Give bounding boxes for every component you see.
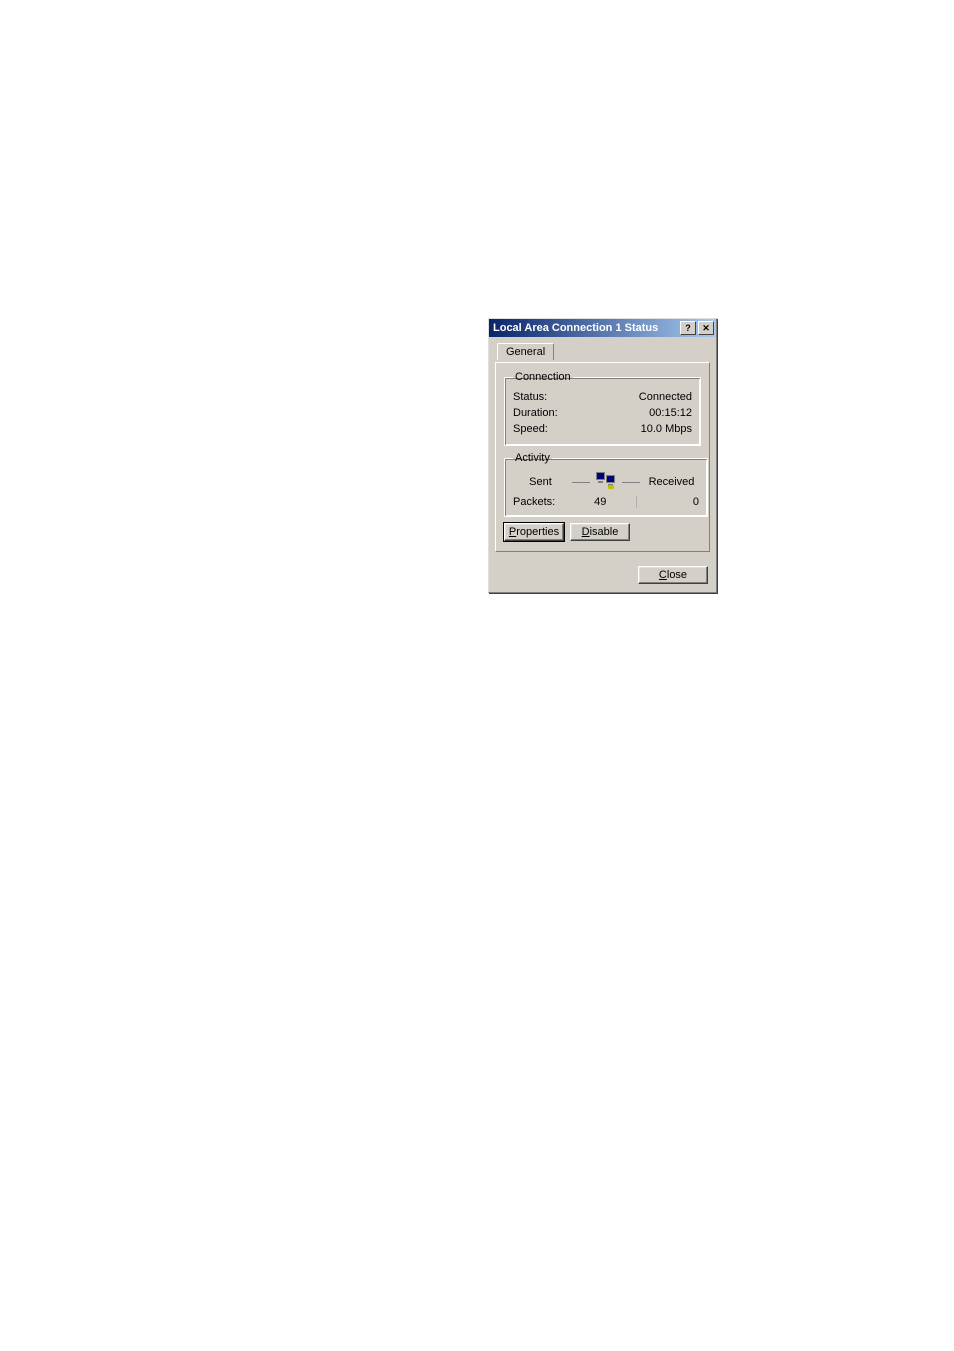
speed-value: 10.0 Mbps: [641, 421, 692, 437]
received-label: Received: [644, 476, 699, 488]
client-area: General Connection Status: Connected Dur…: [489, 337, 716, 560]
sent-label: Sent: [513, 476, 568, 488]
activity-values: Packets: 49 0: [513, 496, 699, 508]
activity-header: Sent Received: [513, 472, 699, 492]
activity-line-right: [622, 482, 640, 483]
packets-sent-value: 49: [573, 496, 637, 508]
window-title: Local Area Connection 1 Status: [491, 322, 678, 334]
tab-general[interactable]: General: [497, 343, 554, 360]
status-value: Connected: [639, 389, 692, 405]
activity-legend: Activity: [513, 452, 552, 464]
disable-button[interactable]: Disable: [570, 523, 630, 541]
activity-group: Activity Sent Received Packets:: [504, 452, 708, 517]
network-computers-icon: [594, 472, 618, 492]
packets-received-value: 0: [637, 496, 700, 508]
help-button[interactable]: ?: [680, 321, 696, 335]
help-icon: ?: [685, 323, 691, 333]
properties-button[interactable]: Properties: [504, 523, 564, 541]
close-icon: ✕: [702, 323, 710, 334]
tab-strip: General: [495, 343, 710, 363]
tab-panel-general: Connection Status: Connected Duration: 0…: [495, 362, 710, 552]
duration-label: Duration:: [513, 405, 558, 421]
connection-group: Connection Status: Connected Duration: 0…: [504, 371, 701, 446]
titlebar[interactable]: Local Area Connection 1 Status ? ✕: [489, 319, 716, 337]
close-button[interactable]: Close: [638, 566, 708, 584]
activity-line-left: [572, 482, 590, 483]
action-buttons: Properties Disable: [504, 523, 701, 541]
packets-label: Packets:: [513, 496, 573, 508]
bottom-bar: Close: [489, 560, 716, 592]
properties-button-rest: roperties: [516, 526, 559, 538]
close-x-button[interactable]: ✕: [698, 321, 714, 335]
connection-legend: Connection: [513, 371, 573, 383]
status-label: Status:: [513, 389, 547, 405]
speed-label: Speed:: [513, 421, 548, 437]
connection-status-dialog: Local Area Connection 1 Status ? ✕ Gener…: [488, 318, 717, 593]
duration-value: 00:15:12: [649, 405, 692, 421]
disable-button-rest: isable: [590, 526, 619, 538]
close-button-rest: lose: [667, 569, 687, 581]
